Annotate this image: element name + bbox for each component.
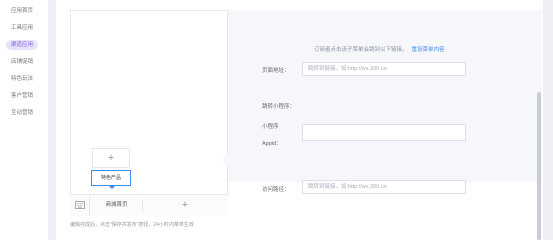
mini-program-label: 跳转小程序： [262,104,296,110]
path-input[interactable]: 跳转到链接，如:http://wx.300.cn [302,180,466,194]
sidebar-item-interactive-marketing[interactable]: 互动营销 [6,108,38,118]
sidebar-item-tool-apps[interactable]: 工具应用 [6,23,38,33]
appid-label-line1: 小程序 [262,124,279,130]
menu-bottom-bar: 商城首页 + [70,194,228,216]
menu-item-mall-home[interactable]: 商城首页 [91,195,142,216]
sidebar-item-store-promotion[interactable]: 店铺促销 [6,57,38,67]
sidebar-item-channel-apps[interactable]: 渠道应用 [6,40,39,50]
tip-text: 订阅者点击该子菜单会跳到以下链接。 [314,47,408,53]
keyboard-icon[interactable] [70,195,90,216]
appid-input[interactable] [302,124,466,141]
settings-tip: 订阅者点击该子菜单会跳到以下链接。 重设菜单内容 [314,45,445,53]
sidebar-item-app-home[interactable]: 应用首页 [6,6,38,16]
page-url-input[interactable]: 跳转到链接，如:http://wx.300.cn [302,62,466,76]
settings-pointer [222,154,228,166]
sidebar: 应用首页 工具应用 渠道应用 店铺促销 特色玩法 客户营销 互动营销 [0,0,48,240]
path-label: 访问路径： [262,187,290,193]
appid-label-line2: Appid： [262,141,282,147]
page-url-label: 页面地址： [262,68,290,74]
scrollbar[interactable] [537,92,541,240]
add-menu-button[interactable]: + [143,195,227,216]
footer-note: 编辑完成后，点击“保存并发布”按钮，24小时内菜单生效 [70,222,194,228]
menu-settings-panel [222,10,542,182]
sidebar-item-special-play[interactable]: 特色玩法 [6,74,38,84]
add-submenu-button[interactable]: + [92,148,130,168]
submenu-item-special-products[interactable]: 特色产品 [91,170,131,189]
sidebar-item-customer-marketing[interactable]: 客户营销 [6,91,38,101]
reset-menu-link[interactable]: 重设菜单内容 [412,47,445,53]
